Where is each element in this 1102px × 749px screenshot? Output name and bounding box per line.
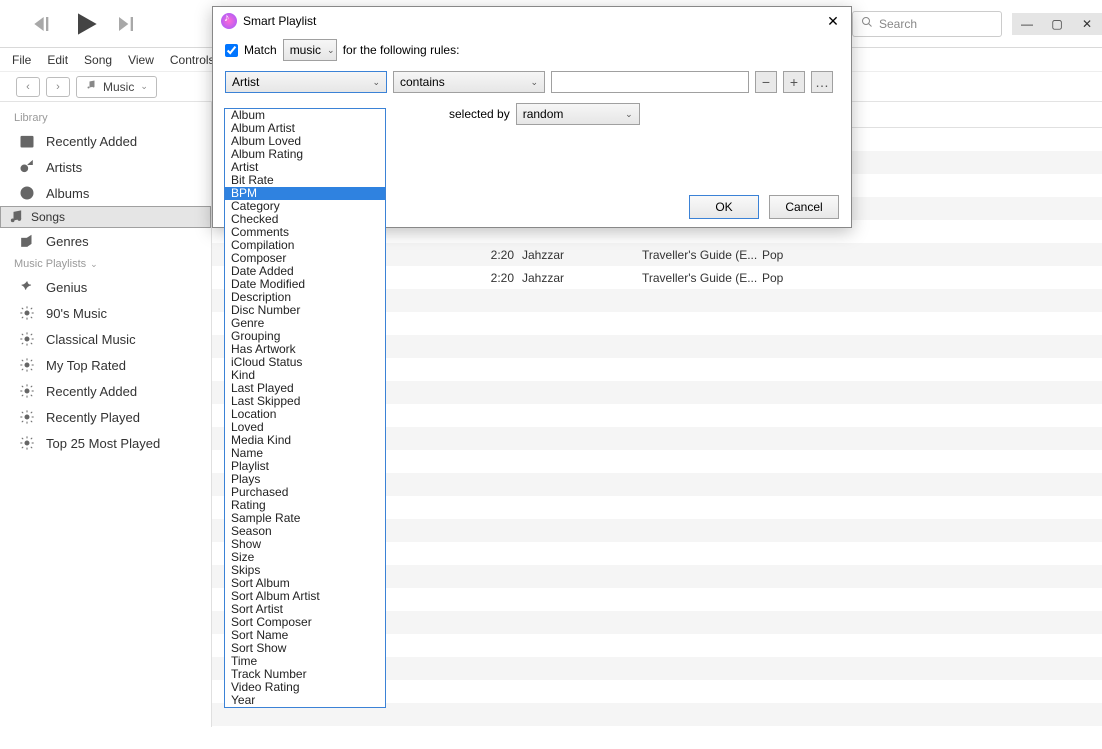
sidebar-item-label: Genres	[46, 234, 89, 249]
gear-icon	[18, 356, 36, 374]
sidebar-item-label: Recently Added	[46, 384, 137, 399]
chevron-down-icon: ⌄	[625, 109, 633, 120]
dialog-close-button[interactable]: ✕	[823, 11, 843, 31]
cell-artist: Jahzzar	[522, 248, 642, 262]
menu-edit[interactable]: Edit	[47, 53, 68, 67]
menu-file[interactable]: File	[12, 53, 31, 67]
match-label: Match	[244, 43, 277, 57]
nav-back-button[interactable]: ‹	[16, 77, 40, 97]
close-button[interactable]: ✕	[1072, 13, 1102, 35]
sidebar-icon	[7, 208, 25, 226]
gear-icon	[18, 304, 36, 322]
rule-field-select[interactable]: Artist⌄	[225, 71, 387, 93]
chevron-down-icon: ⌄	[90, 259, 98, 270]
match-type-select[interactable]: music⌄	[283, 39, 337, 61]
rule-value-input[interactable]	[551, 71, 749, 93]
sidebar: Library Recently Added Artists Albums Songs…	[0, 102, 212, 727]
sidebar-item-label: Albums	[46, 186, 89, 201]
gear-icon	[18, 330, 36, 348]
gear-icon	[18, 434, 36, 452]
media-type-label: Music	[103, 80, 134, 94]
sidebar-playlist-classical-music[interactable]: Classical Music	[0, 326, 211, 352]
minimize-button[interactable]: —	[1012, 13, 1042, 35]
sidebar-playlist-my-top-rated[interactable]: My Top Rated	[0, 352, 211, 378]
sidebar-item-label: Recently Added	[46, 134, 137, 149]
chevron-down-icon: ⌄	[327, 45, 335, 56]
play-icon[interactable]	[70, 8, 102, 40]
cell-album: Traveller's Guide (E...	[642, 271, 762, 285]
maximize-button[interactable]: ▢	[1042, 13, 1072, 35]
cell-genre: Pop	[762, 271, 842, 285]
sidebar-item-label: Genius	[46, 280, 87, 295]
menu-view[interactable]: View	[128, 53, 154, 67]
genius-icon	[18, 278, 36, 296]
gear-icon	[18, 382, 36, 400]
chevron-down-icon: ⌄	[530, 77, 538, 88]
search-placeholder: Search	[879, 17, 917, 31]
cell-time: 2:20	[462, 248, 522, 262]
sidebar-playlist-top-25-most-played[interactable]: Top 25 Most Played	[0, 430, 211, 456]
sidebar-item-label: Songs	[31, 210, 65, 224]
sidebar-icon	[18, 158, 36, 176]
ok-button[interactable]: OK	[689, 195, 759, 219]
sidebar-item-label: 90's Music	[46, 306, 107, 321]
prev-track-icon[interactable]	[32, 10, 60, 38]
chevron-down-icon: ⌄	[140, 81, 148, 92]
sidebar-item-label: Recently Played	[46, 410, 140, 425]
sidebar-item-genres[interactable]: Genres	[0, 228, 211, 254]
sidebar-item-albums[interactable]: Albums	[0, 180, 211, 206]
sidebar-playlist-recently-played[interactable]: Recently Played	[0, 404, 211, 430]
sidebar-header-playlists[interactable]: Music Playlists ⌄	[0, 254, 211, 274]
rule-field-dropdown[interactable]: AlbumAlbum ArtistAlbum LovedAlbum Rating…	[224, 108, 386, 708]
cell-artist: Jahzzar	[522, 271, 642, 285]
rule-operator-select[interactable]: contains⌄	[393, 71, 545, 93]
menu-controls[interactable]: Controls	[170, 53, 215, 67]
selected-by-label: selected by	[449, 107, 510, 121]
cell-time: 2:20	[462, 271, 522, 285]
nav-forward-button[interactable]: ›	[46, 77, 70, 97]
sidebar-playlist-genius[interactable]: Genius	[0, 274, 211, 300]
sidebar-item-label: Artists	[46, 160, 82, 175]
sidebar-item-recently-added[interactable]: Recently Added	[0, 128, 211, 154]
sidebar-item-artists[interactable]: Artists	[0, 154, 211, 180]
cell-genre: Pop	[762, 248, 842, 262]
chevron-down-icon: ⌄	[372, 77, 380, 88]
media-type-select[interactable]: Music ⌄	[76, 76, 157, 98]
sidebar-header-library: Library	[0, 108, 211, 128]
sidebar-item-label: Classical Music	[46, 332, 136, 347]
rule-options-button[interactable]: …	[811, 71, 833, 93]
menu-song[interactable]: Song	[84, 53, 112, 67]
cell-album: Traveller's Guide (E...	[642, 248, 762, 262]
sidebar-icon	[18, 232, 36, 250]
sidebar-item-label: My Top Rated	[46, 358, 126, 373]
dropdown-option[interactable]: Year	[225, 694, 385, 707]
next-track-icon[interactable]	[112, 10, 140, 38]
table-row	[212, 726, 1102, 749]
selected-by-select[interactable]: random⌄	[516, 103, 640, 125]
add-rule-button[interactable]: +	[783, 71, 805, 93]
sidebar-playlist-90-s-music[interactable]: 90's Music	[0, 300, 211, 326]
match-checkbox[interactable]	[225, 44, 238, 57]
sidebar-item-songs[interactable]: Songs	[0, 206, 211, 228]
sidebar-icon	[18, 132, 36, 150]
search-icon	[861, 16, 873, 31]
remove-rule-button[interactable]: −	[755, 71, 777, 93]
sidebar-icon	[18, 184, 36, 202]
gear-icon	[18, 408, 36, 426]
itunes-icon	[221, 13, 237, 29]
sidebar-item-label: Top 25 Most Played	[46, 436, 160, 451]
search-field[interactable]: Search	[852, 11, 1002, 37]
window-controls: — ▢ ✕	[1012, 13, 1102, 35]
cancel-button[interactable]: Cancel	[769, 195, 839, 219]
sidebar-playlist-recently-added[interactable]: Recently Added	[0, 378, 211, 404]
following-rules-label: for the following rules:	[343, 43, 460, 57]
dialog-title: Smart Playlist	[243, 14, 316, 28]
music-note-icon	[85, 79, 97, 94]
